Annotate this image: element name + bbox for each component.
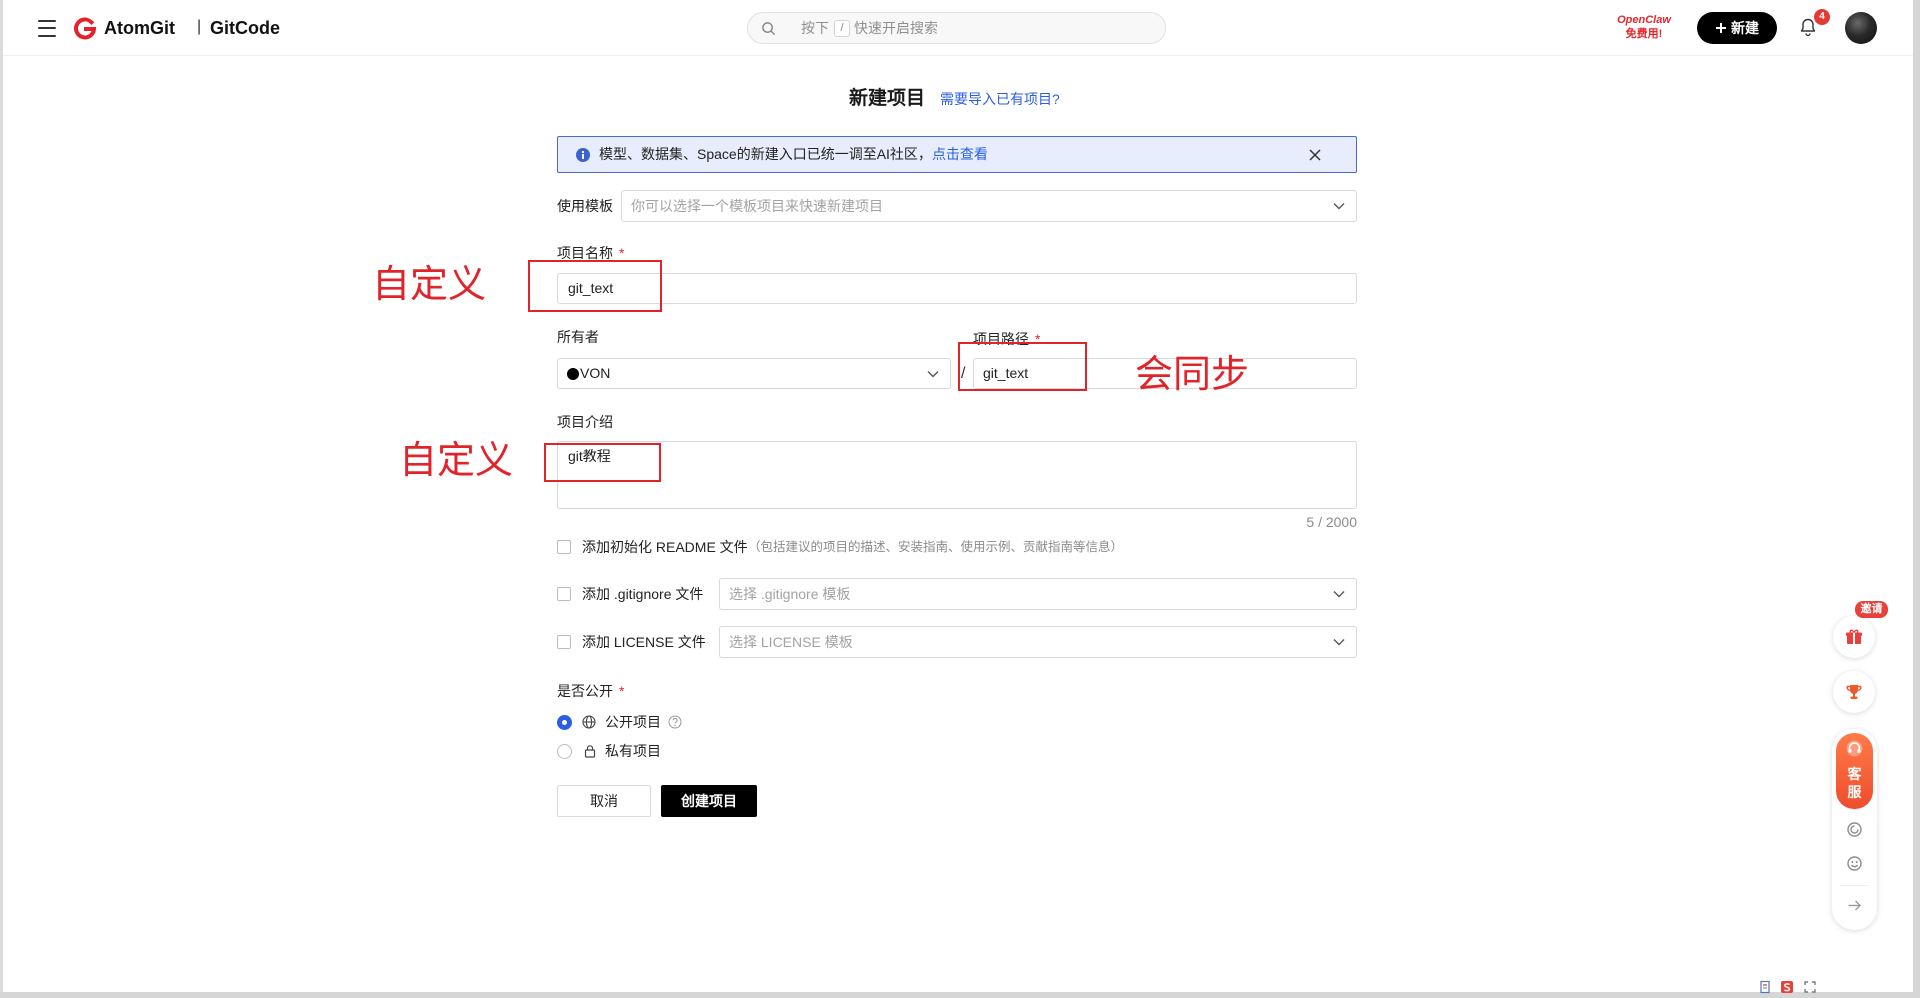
- annotation-box-description: [544, 443, 661, 482]
- owner-value: VON: [580, 365, 611, 381]
- private-radio[interactable]: [557, 744, 572, 759]
- notification-count-badge: 4: [1814, 9, 1830, 25]
- headset-icon: [1846, 740, 1863, 757]
- help-icon[interactable]: [668, 715, 682, 729]
- notice-banner: 模型、数据集、Space的新建入口已统一调至AI社区，点击查看: [557, 136, 1357, 173]
- annotation-box-path: [958, 342, 1087, 391]
- project-name-label-text: 项目名称: [557, 245, 613, 261]
- lock-icon: [584, 745, 596, 758]
- notice-message: 模型、数据集、Space的新建入口已统一调至AI社区，: [599, 146, 932, 162]
- invite-badge[interactable]: 邀请: [1855, 601, 1888, 618]
- description-label: 项目介绍: [557, 414, 613, 430]
- annotation-box-name: [528, 260, 662, 312]
- trophy-icon: [1846, 685, 1862, 699]
- service-char-1: 客: [1847, 766, 1862, 782]
- annotation-description-note: 自定义: [399, 438, 514, 482]
- template-placeholder: 你可以选择一个模板项目来快速新建项目: [631, 198, 883, 214]
- page-title: 新建项目: [849, 88, 926, 109]
- visibility-label: 是否公开 *: [557, 681, 624, 701]
- description-char-counter: 5 / 2000: [1306, 514, 1357, 530]
- gift-icon: [1846, 629, 1862, 644]
- brand-divider: |: [197, 18, 202, 35]
- openclaw-promo-badge[interactable]: OpenClaw 免费用!: [1612, 11, 1676, 44]
- search-shortcut-key: /: [834, 20, 850, 37]
- brand-gitcode[interactable]: GitCode: [210, 0, 280, 56]
- chevron-down-icon: [1333, 639, 1345, 646]
- globe-icon: [582, 715, 596, 729]
- public-option-label[interactable]: 公开项目: [605, 712, 661, 732]
- private-option-label[interactable]: 私有项目: [605, 741, 661, 761]
- service-panel: 客 服: [1832, 729, 1877, 930]
- smiley-icon[interactable]: [1846, 855, 1863, 872]
- document-tray-icon[interactable]: [1758, 980, 1772, 994]
- user-avatar[interactable]: [1845, 12, 1877, 44]
- description-textarea[interactable]: git教程: [557, 441, 1357, 509]
- gitignore-label[interactable]: 添加 .gitignore 文件: [582, 584, 703, 604]
- readme-hint: （包括建议的项目的描述、安装指南、使用示例、贡献指南等信息）: [748, 540, 1124, 554]
- new-button-label: 新建: [1731, 20, 1759, 36]
- gitignore-template-select[interactable]: 选择 .gitignore 模板: [719, 578, 1357, 610]
- owner-label: 所有者: [557, 329, 599, 345]
- refresh-icon[interactable]: [1846, 821, 1863, 838]
- search-placeholder: 快速开启搜索: [854, 20, 938, 36]
- brand-atomgit[interactable]: AtomGit: [104, 0, 175, 56]
- panel-divider: [1840, 885, 1869, 886]
- plus-icon: [1716, 23, 1726, 33]
- atomgit-logo-icon[interactable]: [73, 16, 97, 40]
- readme-label[interactable]: 添加初始化 README 文件: [582, 537, 748, 557]
- owner-select[interactable]: VON: [557, 358, 951, 389]
- readme-checkbox[interactable]: [557, 540, 571, 554]
- required-mark: *: [619, 683, 625, 699]
- s-app-tray-icon[interactable]: [1780, 980, 1794, 994]
- annotation-name-note: 自定义: [372, 262, 487, 306]
- import-project-link[interactable]: 需要导入已有项目?: [940, 90, 1060, 108]
- notice-text: 模型、数据集、Space的新建入口已统一调至AI社区，点击查看: [599, 137, 988, 172]
- arrow-right-icon[interactable]: [1846, 897, 1863, 914]
- license-template-select[interactable]: 选择 LICENSE 模板: [719, 626, 1357, 658]
- search-hint-prefix: 按下: [801, 20, 829, 36]
- hamburger-menu-icon[interactable]: [38, 19, 56, 37]
- promo-line2: 免费用!: [1625, 28, 1663, 40]
- chevron-down-icon: [1333, 591, 1345, 598]
- global-search-box[interactable]: 按下 / 快速开启搜索: [747, 12, 1166, 44]
- license-label[interactable]: 添加 LICENSE 文件: [582, 632, 706, 652]
- trophy-button[interactable]: [1833, 671, 1875, 713]
- expand-tray-icon[interactable]: [1803, 980, 1817, 994]
- info-icon: [576, 148, 590, 162]
- owner-avatar: [567, 368, 579, 380]
- invite-gift-button[interactable]: [1833, 616, 1875, 658]
- chevron-down-icon: [1333, 203, 1345, 210]
- notice-view-link[interactable]: 点击查看: [932, 146, 988, 162]
- cancel-button[interactable]: 取消: [557, 785, 651, 817]
- visibility-label-text: 是否公开: [557, 683, 613, 699]
- public-radio[interactable]: [557, 715, 572, 730]
- promo-line1: OpenClaw: [1617, 14, 1671, 26]
- new-button[interactable]: 新建: [1697, 12, 1777, 44]
- project-name-input[interactable]: git_text: [557, 273, 1357, 304]
- annotation-path-note: 会同步: [1135, 352, 1250, 396]
- customer-service-button[interactable]: 客 服: [1836, 733, 1873, 809]
- template-select[interactable]: 你可以选择一个模板项目来快速新建项目: [621, 190, 1357, 222]
- service-char-2: 服: [1847, 784, 1862, 800]
- chevron-down-icon: [927, 370, 939, 377]
- close-icon[interactable]: [1308, 148, 1322, 162]
- license-checkbox[interactable]: [557, 635, 571, 649]
- create-project-button[interactable]: 创建项目: [661, 785, 757, 817]
- gitignore-checkbox[interactable]: [557, 587, 571, 601]
- gitignore-placeholder: 选择 .gitignore 模板: [729, 586, 851, 602]
- template-label: 使用模板: [557, 198, 613, 214]
- window-frame-right: [1913, 0, 1920, 998]
- window-frame-left: [0, 0, 3, 998]
- search-icon: [762, 22, 776, 36]
- license-placeholder: 选择 LICENSE 模板: [729, 634, 853, 650]
- required-mark: *: [619, 245, 625, 261]
- window-frame-bottom: [0, 992, 1920, 998]
